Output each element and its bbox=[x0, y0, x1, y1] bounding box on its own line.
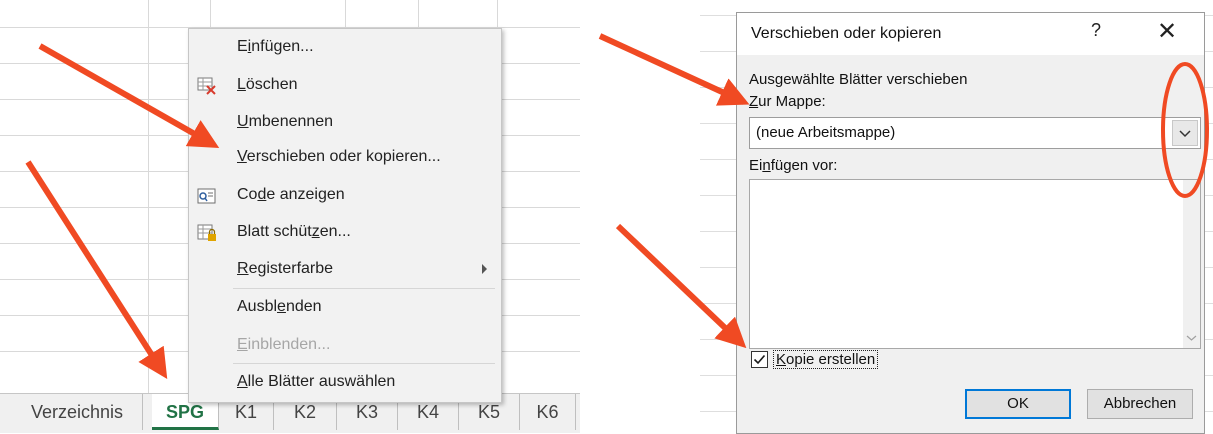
copy-checkbox[interactable] bbox=[751, 351, 768, 368]
protect-sheet-icon bbox=[197, 224, 216, 241]
menu-item-code-anzeigen[interactable]: Code anzeigen bbox=[189, 179, 501, 213]
view-code-icon bbox=[197, 188, 216, 204]
scroll-down-icon[interactable] bbox=[1183, 328, 1200, 348]
menu-separator bbox=[233, 363, 495, 364]
sheet-context-menu: Einfügen... Löschen Umbenennen Verschieb… bbox=[188, 28, 502, 403]
section-label: Ausgewählte Blätter verschieben bbox=[749, 71, 968, 88]
menu-item-einfuegen[interactable]: Einfügen... bbox=[189, 31, 501, 65]
to-book-value: (neue Arbeitsmappe) bbox=[756, 124, 896, 141]
delete-sheet-icon bbox=[197, 77, 216, 95]
dialog-titlebar[interactable]: Verschieben oder kopieren ? ✕ bbox=[737, 13, 1204, 55]
menu-item-umbenennen[interactable]: Umbenennen bbox=[189, 106, 501, 140]
menu-item-label: Registerfarbe bbox=[237, 260, 334, 277]
menu-item-label: Ausblenden bbox=[237, 298, 322, 315]
submenu-arrow-icon bbox=[482, 264, 487, 274]
menu-item-ausblenden[interactable]: Ausblenden bbox=[189, 291, 501, 325]
menu-item-loeschen[interactable]: Löschen bbox=[189, 69, 501, 103]
dropdown-button[interactable] bbox=[1172, 120, 1198, 146]
menu-separator bbox=[233, 288, 495, 289]
menu-item-label: Löschen bbox=[237, 76, 298, 93]
chevron-down-icon bbox=[1179, 130, 1191, 138]
menu-item-label: Verschieben oder kopieren... bbox=[237, 148, 441, 165]
menu-item-label: Alle Blätter auswählen bbox=[237, 373, 396, 390]
menu-item-alle-blaetter-auswaehlen[interactable]: Alle Blätter auswählen bbox=[189, 366, 501, 400]
sheet-tab-verzeichnis[interactable]: Verzeichnis bbox=[12, 394, 143, 430]
menu-item-label: Einfügen... bbox=[237, 38, 314, 55]
checkmark-icon bbox=[753, 354, 766, 365]
menu-item-registerfarbe[interactable]: Registerfarbe bbox=[189, 253, 501, 287]
dialog-title: Verschieben oder kopieren bbox=[751, 25, 942, 42]
ok-button[interactable]: OK bbox=[965, 389, 1071, 419]
listbox-scrollbar[interactable] bbox=[1183, 180, 1200, 348]
menu-item-einblenden: Einblenden... bbox=[189, 329, 501, 363]
to-book-label: Zur Mappe: bbox=[749, 93, 826, 110]
menu-item-verschieben-kopieren[interactable]: Verschieben oder kopieren... bbox=[189, 141, 501, 175]
insert-before-listbox[interactable] bbox=[749, 179, 1201, 349]
move-copy-dialog: Verschieben oder kopieren ? ✕ Ausgewählt… bbox=[736, 12, 1205, 434]
menu-item-label: Blatt schützen... bbox=[237, 223, 351, 240]
cancel-button[interactable]: Abbrechen bbox=[1087, 389, 1193, 419]
sheet-tab-k6[interactable]: K6 bbox=[520, 394, 576, 430]
insert-before-label: Einfügen vor: bbox=[749, 157, 838, 174]
menu-item-blatt-schuetzen[interactable]: Blatt schützen... bbox=[189, 216, 501, 250]
copy-checkbox-label[interactable]: Kopie erstellen bbox=[773, 350, 879, 369]
help-button[interactable]: ? bbox=[1091, 20, 1101, 41]
menu-item-label: Code anzeigen bbox=[237, 186, 345, 203]
menu-item-label: Umbenennen bbox=[237, 113, 334, 130]
to-book-combobox[interactable]: (neue Arbeitsmappe) bbox=[749, 117, 1201, 149]
close-button[interactable]: ✕ bbox=[1157, 17, 1177, 46]
menu-item-label: Einblenden... bbox=[237, 336, 331, 353]
